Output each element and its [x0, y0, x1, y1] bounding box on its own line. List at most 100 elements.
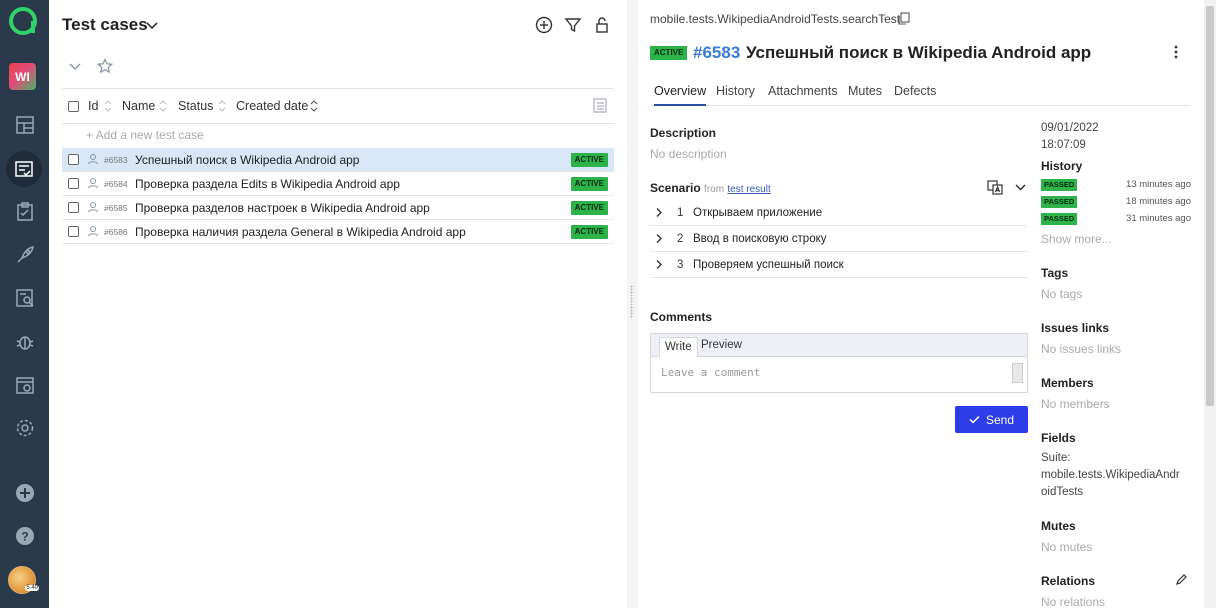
- tab-preview[interactable]: Preview: [701, 339, 742, 351]
- mutes-value[interactable]: No mutes: [1041, 540, 1092, 554]
- scrollbar-thumb[interactable]: [1206, 6, 1214, 406]
- step-number: 3: [677, 259, 684, 271]
- table-row[interactable]: #6584 Проверка раздела Edits в Wikipedia…: [62, 172, 614, 196]
- mutes-label: Mutes: [1041, 519, 1076, 533]
- chevron-right-icon[interactable]: [654, 233, 665, 244]
- panel-splitter[interactable]: [627, 0, 638, 608]
- sort-icon[interactable]: [310, 100, 318, 112]
- row-name[interactable]: Успешный поиск в Wikipedia Android app: [135, 153, 359, 167]
- row-checkbox[interactable]: [68, 202, 79, 213]
- filter-icon[interactable]: [563, 15, 583, 35]
- table-row[interactable]: #6585 Проверка разделов настроек в Wikip…: [62, 196, 614, 220]
- defects-icon[interactable]: [4, 324, 45, 360]
- step-text: Открываем приложение: [693, 207, 823, 219]
- drag-handle-icon[interactable]: [630, 285, 634, 319]
- tab-overview[interactable]: Overview: [654, 84, 707, 106]
- test-case-list-panel: Test cases Id Name Status Created date +…: [49, 0, 627, 608]
- sort-icon[interactable]: [159, 100, 167, 112]
- tab-defects[interactable]: Defects: [894, 84, 936, 106]
- settings-icon[interactable]: [4, 410, 45, 446]
- comment-tabs: Write Preview: [651, 334, 1027, 357]
- column-header: Id Name Status Created date: [62, 88, 614, 124]
- list-title[interactable]: Test cases: [62, 15, 148, 35]
- scenario-from: from: [704, 184, 725, 195]
- list-actions: [534, 15, 612, 35]
- star-icon[interactable]: [97, 58, 113, 74]
- comment-scrollbar[interactable]: [1012, 363, 1023, 383]
- tab-attachments[interactable]: Attachments: [768, 84, 837, 106]
- relations-value[interactable]: No relations: [1041, 595, 1105, 608]
- add-test-case-input[interactable]: + Add a new test case: [86, 128, 204, 142]
- passed-badge: PASSED: [1041, 196, 1078, 208]
- tab-mutes[interactable]: Mutes: [848, 84, 882, 106]
- column-created-date[interactable]: Created date: [236, 99, 308, 113]
- row-name[interactable]: Проверка раздела Edits в Wikipedia Andro…: [135, 177, 400, 191]
- issues-value[interactable]: No issues links: [1041, 342, 1121, 356]
- chevron-down-icon[interactable]: [1014, 181, 1027, 194]
- analytics-icon[interactable]: [4, 280, 45, 316]
- test-case-title[interactable]: Успешный поиск в Wikipedia Android app: [746, 43, 1091, 63]
- add-circle-icon[interactable]: [534, 15, 554, 35]
- send-button[interactable]: Send: [955, 406, 1028, 433]
- status-badge: ACTIVE: [570, 153, 608, 167]
- row-name[interactable]: Проверка наличия раздела General в Wikip…: [135, 225, 466, 239]
- allure-logo-icon[interactable]: [8, 6, 38, 36]
- table-row[interactable]: #6586 Проверка наличия раздела General в…: [62, 220, 614, 244]
- passed-badge: PASSED: [1041, 213, 1078, 225]
- row-name[interactable]: Проверка разделов настроек в Wikipedia A…: [135, 201, 430, 215]
- sort-icon[interactable]: [218, 100, 226, 112]
- project-avatar[interactable]: WI: [9, 63, 36, 90]
- select-all-checkbox[interactable]: [68, 101, 79, 112]
- row-checkbox[interactable]: [68, 154, 79, 165]
- test-cases-icon[interactable]: [6, 151, 42, 187]
- chevron-right-icon[interactable]: [654, 259, 665, 270]
- fields-suite-value-cont: oidTests: [1041, 486, 1084, 498]
- members-label: Members: [1041, 376, 1094, 390]
- table-row[interactable]: #6583 Успешный поиск в Wikipedia Android…: [62, 148, 614, 172]
- scenario-step[interactable]: 1 Открываем приложение: [650, 200, 1028, 226]
- list-toolbar: [67, 58, 113, 74]
- row-checkbox[interactable]: [68, 226, 79, 237]
- tab-history[interactable]: History: [716, 84, 755, 106]
- tab-write[interactable]: Write: [659, 337, 698, 357]
- dashboards-icon[interactable]: [4, 107, 45, 143]
- translate-icon[interactable]: [987, 179, 1003, 195]
- launches-icon[interactable]: [4, 194, 45, 230]
- avatar-badge: 5.40: [25, 585, 39, 591]
- chevron-down-icon[interactable]: [145, 18, 159, 32]
- copy-icon[interactable]: [897, 12, 910, 25]
- history-time: 18 minutes ago: [1126, 196, 1191, 207]
- comment-input[interactable]: Leave a comment: [661, 366, 760, 379]
- show-more-link[interactable]: Show more...: [1041, 232, 1112, 246]
- row-checkbox[interactable]: [68, 178, 79, 189]
- members-value[interactable]: No members: [1041, 397, 1110, 411]
- add-icon[interactable]: [4, 475, 45, 511]
- history-item[interactable]: PASSED 13 minutes ago: [1041, 179, 1191, 192]
- columns-settings-icon[interactable]: [592, 97, 608, 113]
- history-item[interactable]: PASSED 18 minutes ago: [1041, 196, 1191, 209]
- deploy-icon[interactable]: [4, 237, 45, 273]
- chevron-right-icon[interactable]: [654, 207, 665, 218]
- collapse-chevron-icon[interactable]: [67, 58, 83, 74]
- jobs-icon[interactable]: [4, 367, 45, 403]
- description-value[interactable]: No description: [650, 147, 727, 161]
- check-icon: [969, 415, 980, 424]
- help-icon[interactable]: ?: [4, 518, 45, 554]
- column-status[interactable]: Status: [178, 99, 213, 113]
- edit-pencil-icon[interactable]: [1175, 573, 1188, 586]
- comment-editor: Write Preview Leave a comment: [650, 333, 1028, 393]
- history-time: 31 minutes ago: [1126, 213, 1191, 224]
- column-name[interactable]: Name: [122, 99, 155, 113]
- page-scrollbar[interactable]: [1204, 0, 1216, 608]
- tags-value[interactable]: No tags: [1041, 287, 1082, 301]
- column-id[interactable]: Id: [88, 99, 98, 113]
- unlock-icon[interactable]: [592, 15, 612, 35]
- scenario-step[interactable]: 2 Ввод в поисковую строку: [650, 226, 1028, 252]
- description-label: Description: [650, 126, 717, 140]
- user-avatar[interactable]: 5.40: [8, 566, 39, 594]
- scenario-step[interactable]: 3 Проверяем успешный поиск: [650, 252, 1028, 278]
- svg-text:?: ?: [21, 530, 28, 544]
- sort-icon[interactable]: [104, 100, 112, 112]
- test-result-link[interactable]: test result: [727, 184, 770, 195]
- history-item[interactable]: PASSED 31 minutes ago: [1041, 213, 1191, 226]
